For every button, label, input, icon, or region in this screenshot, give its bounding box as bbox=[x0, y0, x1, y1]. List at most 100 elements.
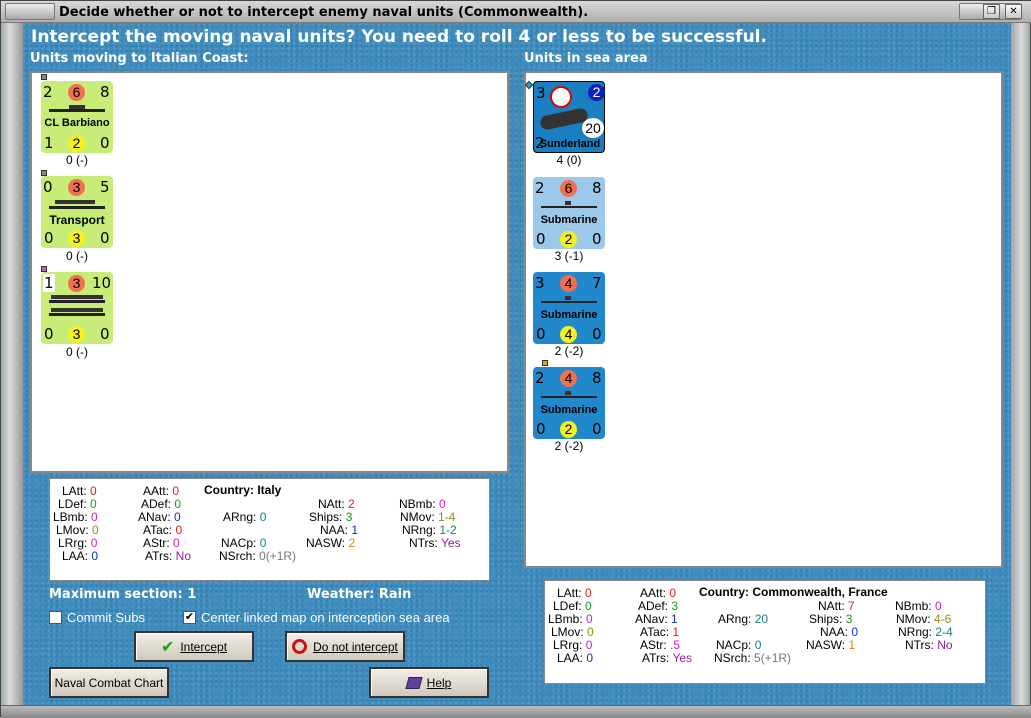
unit-name: Submarine bbox=[540, 214, 598, 226]
stat-nsrch: NSrch: 0(+1R) bbox=[219, 549, 297, 563]
help-button[interactable]: Help bbox=[369, 667, 489, 698]
unit-name: Sunderland bbox=[539, 138, 601, 150]
unit-counter[interactable]: 3 2 20 2 Sunderland bbox=[533, 81, 605, 153]
check-icon[interactable]: ✔ bbox=[183, 611, 196, 624]
naval-combat-chart-button[interactable]: Naval Combat Chart bbox=[49, 667, 169, 698]
button-label: Do not intercept bbox=[313, 639, 398, 654]
counter-bottom-right: 0 bbox=[100, 325, 110, 343]
button-label: Intercept bbox=[180, 639, 228, 654]
counter-top-right: 10 bbox=[92, 274, 112, 292]
stat-nbmb: NBmb: 0 bbox=[399, 497, 446, 511]
unit-counter[interactable]: 3 4 7 Submarine 0 4 0 bbox=[533, 272, 605, 344]
commit-subs-checkbox[interactable]: Commit Subs bbox=[49, 610, 145, 625]
stat-ntrs: NTrs: Yes bbox=[409, 536, 461, 550]
help-book-icon bbox=[405, 676, 423, 689]
submarine-hull-icon bbox=[541, 206, 597, 208]
stat-nbmb: NBmb: 0 bbox=[895, 599, 942, 613]
counter-top-left: 1 bbox=[43, 274, 55, 292]
close-icon[interactable]: ✕ bbox=[1005, 4, 1022, 19]
dialog-body: Intercept the moving naval units? You ne… bbox=[23, 23, 1011, 705]
stat-natt: NAtt: 2 bbox=[318, 497, 355, 511]
stat-nrng: NRng: 2-4 bbox=[898, 625, 953, 639]
stat-lrrg: LRrg: 0 bbox=[58, 536, 98, 550]
stat-natt: NAtt: 7 bbox=[818, 599, 855, 613]
counter-bottom-center: 3 bbox=[68, 230, 85, 247]
counter-bottom-left: 0 bbox=[536, 230, 546, 248]
counter-bottom-right: 0 bbox=[592, 420, 602, 438]
commonwealth-stats-panel: LAtt: 0 LDef: 0 LBmb: 0 LMov: 0 LRrg: 0 … bbox=[544, 580, 986, 684]
stat-arng: ARng: 0 bbox=[223, 510, 267, 524]
selection-marker bbox=[524, 80, 534, 90]
country-label: Country: Commonwealth, France bbox=[699, 585, 888, 599]
checkbox-label: Center linked map on interception sea ar… bbox=[201, 610, 450, 625]
counter-bottom-right: 0 bbox=[592, 325, 602, 343]
unit-name: CL Barbiano bbox=[44, 117, 110, 129]
stat-ldef: LDef: 0 bbox=[58, 497, 97, 511]
unit-name: Submarine bbox=[540, 404, 598, 416]
stat-nrng: NRng: 1-2 bbox=[402, 523, 457, 537]
counter-bottom-left: 1 bbox=[44, 134, 54, 152]
counter-top-right: 2 bbox=[588, 84, 605, 101]
stat-laa: LAA: 0 bbox=[62, 549, 99, 563]
system-menu-button[interactable] bbox=[5, 3, 55, 20]
unit-counter[interactable]: 2 4 8 Submarine 0 2 0 bbox=[533, 367, 605, 439]
counter-bottom-center: 2 bbox=[560, 421, 577, 438]
counter-bottom-center: 4 bbox=[560, 326, 577, 343]
stat-astr: AStr: 0 bbox=[143, 536, 180, 550]
stat-nasw: NASW: 2 bbox=[306, 536, 356, 550]
no-entry-icon bbox=[292, 639, 308, 654]
interception-prompt: Intercept the moving naval units? You ne… bbox=[31, 27, 767, 47]
weather-label: Weather: Rain bbox=[307, 587, 412, 602]
stat-lmov: LMov: 0 bbox=[551, 625, 594, 639]
unit-counter[interactable]: 1 3 10 0 3 0 bbox=[41, 272, 113, 344]
moving-units-panel[interactable]: 2 6 8 CL Barbiano 1 2 0 0 (-) 0 3 5 Tran… bbox=[30, 71, 509, 473]
stat-laa: LAA: 0 bbox=[557, 651, 594, 665]
country-label: Country: Italy bbox=[204, 483, 282, 497]
unit-caption: 2 (-2) bbox=[554, 439, 584, 453]
stat-atrs: ATrs: No bbox=[145, 549, 192, 563]
unit-caption: 4 (0) bbox=[556, 153, 582, 167]
counter-top-right: 8 bbox=[100, 83, 110, 101]
ship-hull-icon bbox=[49, 300, 105, 303]
restore-icon[interactable]: ❐ bbox=[983, 4, 1000, 19]
stat-nmov: NMov: 1-4 bbox=[400, 510, 456, 524]
ship-hull-icon bbox=[49, 206, 105, 209]
stat-astr: AStr: .5 bbox=[640, 638, 681, 652]
stat-nmov: NMov: 4-6 bbox=[896, 612, 952, 626]
intercept-button[interactable]: ✔ Intercept bbox=[134, 631, 254, 662]
button-label: Naval Combat Chart bbox=[54, 675, 164, 690]
submarine-hull-icon bbox=[541, 396, 597, 398]
submarine-silhouette-icon bbox=[565, 296, 571, 300]
counter-top-center: 3 bbox=[68, 179, 85, 196]
counter-top-left: 2 bbox=[535, 369, 545, 387]
stat-atac: ATac: 1 bbox=[640, 625, 680, 639]
counter-bottom-center: 3 bbox=[68, 326, 85, 343]
counter-top-center: 4 bbox=[560, 275, 577, 292]
stat-aatt: AAtt: 0 bbox=[143, 484, 180, 498]
unit-counter[interactable]: 0 3 5 Transport 0 3 0 bbox=[41, 176, 113, 248]
submarine-hull-icon bbox=[541, 301, 597, 303]
stack-marker bbox=[41, 74, 47, 80]
unit-counter[interactable]: 2 6 8 CL Barbiano 1 2 0 bbox=[41, 81, 113, 153]
title-bar: Decide whether or not to intercept enemy… bbox=[1, 1, 1031, 23]
counter-range: 20 bbox=[582, 118, 604, 138]
checkbox-box[interactable] bbox=[49, 611, 62, 624]
dialog-window: Decide whether or not to intercept enemy… bbox=[0, 0, 1031, 718]
submarine-silhouette-icon bbox=[565, 391, 571, 395]
center-map-checkbox[interactable]: ✔ Center linked map on interception sea … bbox=[183, 610, 450, 625]
unit-caption: 0 (-) bbox=[66, 345, 88, 359]
counter-top-left: 3 bbox=[535, 274, 545, 292]
counter-top-center: 3 bbox=[68, 275, 85, 292]
counter-top-left: 2 bbox=[535, 179, 545, 197]
do-not-intercept-button[interactable]: Do not intercept bbox=[285, 631, 405, 662]
counter-bottom-right: 0 bbox=[592, 230, 602, 248]
counter-bottom-right: 0 bbox=[100, 229, 110, 247]
stack-marker bbox=[542, 360, 548, 366]
unit-counter[interactable]: 2 6 8 Submarine 0 2 0 bbox=[533, 177, 605, 249]
counter-bottom-right: 0 bbox=[100, 134, 110, 152]
sea-area-units-panel[interactable]: 3 2 20 2 Sunderland 4 (0) 2 6 8 Submarin… bbox=[524, 71, 1003, 568]
stat-ships: Ships: 3 bbox=[309, 510, 353, 524]
unit-caption: 0 (-) bbox=[66, 153, 88, 167]
italy-stats-panel: LAtt: 0 LDef: 0 LBmb: 0 LMov: 0 LRrg: 0 … bbox=[49, 478, 490, 581]
stat-lbmb: LBmb: 0 bbox=[548, 612, 593, 626]
